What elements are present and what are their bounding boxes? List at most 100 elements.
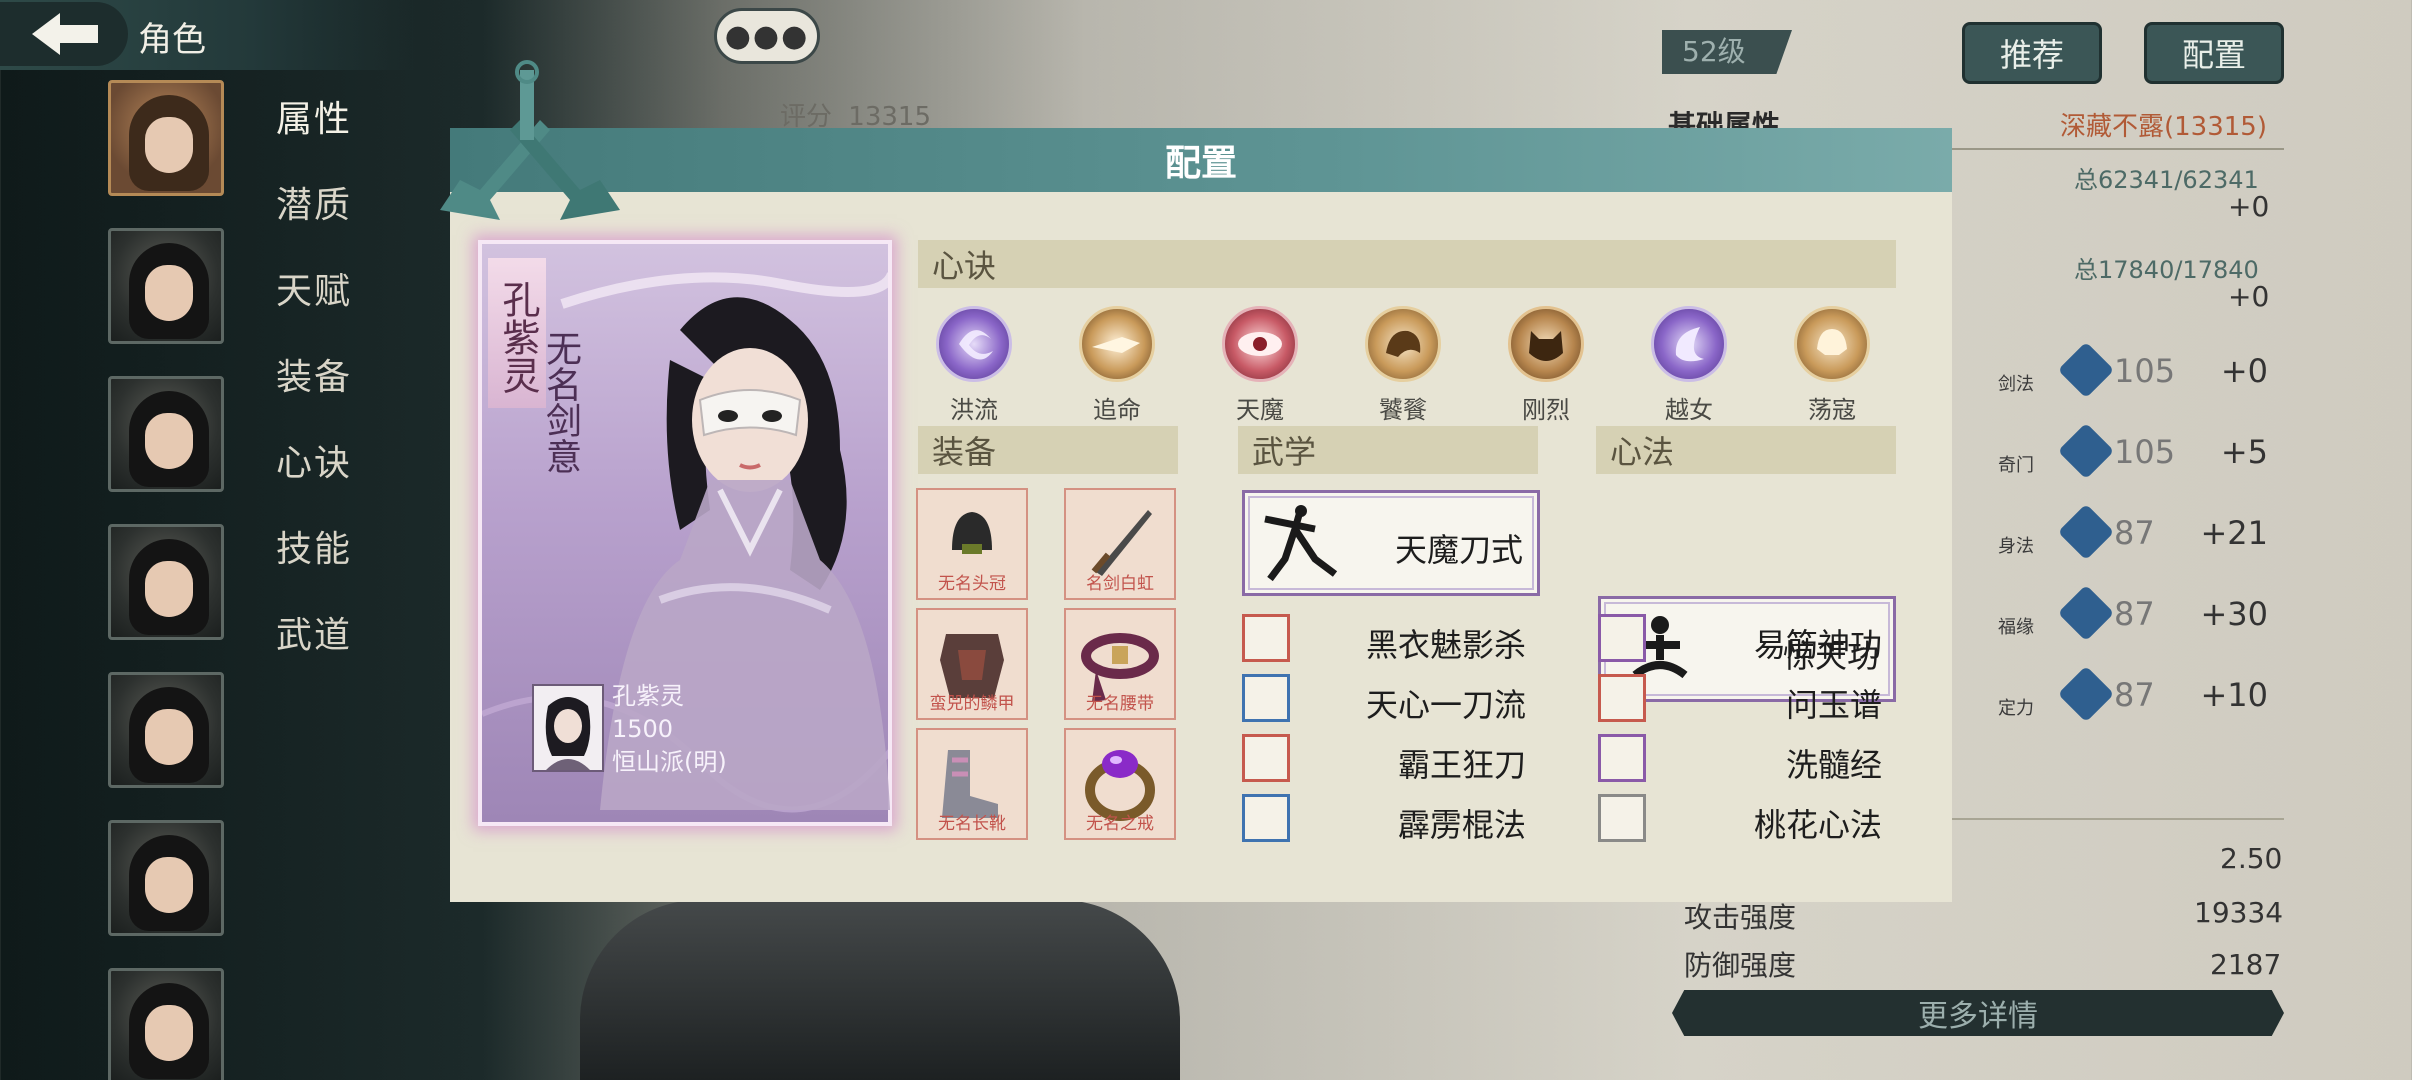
equipment-slot[interactable]: 无名头冠 — [916, 488, 1028, 600]
character-portrait[interactable] — [108, 672, 224, 788]
stat-value: 105 — [2114, 433, 2176, 471]
character-portrait[interactable] — [108, 228, 224, 344]
martial-skill-row[interactable]: 天心一刀流 — [1242, 668, 1542, 728]
crit-value: 2.50 — [2220, 842, 2283, 875]
martial-section-header: 武学 — [1238, 426, 1538, 474]
stat-badge-icon — [2057, 341, 2115, 399]
menu-item-skills[interactable]: 技能 — [276, 520, 396, 606]
character-portrait[interactable] — [108, 376, 224, 492]
martial-skill-icon — [1242, 674, 1290, 722]
heart-item[interactable]: 天魔 — [1200, 306, 1320, 424]
stat-badge-icon — [2057, 422, 2115, 480]
equipment-label: 蛮兕的鳞甲 — [929, 694, 1015, 714]
heart-item[interactable]: 荡寇 — [1772, 306, 1892, 424]
equipment-slot[interactable]: 名剑白虹 — [1064, 488, 1176, 600]
character-background-figure — [580, 900, 1180, 1080]
more-details-button[interactable]: 更多详情 — [1672, 990, 2284, 1036]
beast-icon — [1365, 306, 1441, 382]
menu-item-martial-path[interactable]: 武道 — [276, 606, 396, 692]
modal-title: 配置 — [450, 128, 1952, 192]
menu-item-talent[interactable]: 天赋 — [276, 262, 396, 348]
stat-badge-icon — [2057, 584, 2115, 642]
equipment-slot[interactable]: 无名长靴 — [916, 728, 1028, 840]
heart-label: 荡寇 — [1808, 396, 1856, 424]
inner-skill-icon — [1598, 734, 1646, 782]
character-thumbnail-icon — [545, 697, 591, 770]
side-menu: 属性 潜质 天赋 装备 心诀 技能 武道 — [276, 90, 396, 692]
attack-label: 攻击强度 — [1684, 901, 1797, 934]
heart-label: 刚烈 — [1522, 396, 1570, 424]
heart-label: 追命 — [1093, 396, 1141, 424]
character-portrait[interactable] — [108, 80, 224, 196]
character-info-name: 孔紫灵 — [612, 682, 684, 710]
equipment-section-header: 装备 — [918, 426, 1178, 474]
heart-item[interactable]: 饕餮 — [1343, 306, 1463, 424]
defense-value: 2187 — [2210, 948, 2282, 981]
stats-list: 剑法 105 +0 奇门 105 +5 身法 87 +21 福缘 87 +30 … — [1996, 341, 2286, 751]
stat-value: 87 — [2114, 676, 2155, 714]
martial-skill-label: 霹雳棍法 — [1397, 806, 1526, 844]
martial-skill-row[interactable]: 霸王狂刀 — [1242, 728, 1542, 788]
character-portrait[interactable] — [108, 820, 224, 936]
equipment-slot[interactable]: 蛮兕的鳞甲 — [916, 608, 1028, 720]
menu-item-attributes[interactable]: 属性 — [276, 90, 396, 176]
recommend-button[interactable]: 推荐 — [1962, 22, 2102, 84]
menu-item-equipment[interactable]: 装备 — [276, 348, 396, 434]
inner-section-header: 心法 — [1596, 426, 1896, 474]
main-martial-label: 天魔刀式 — [1394, 531, 1523, 569]
heart-item[interactable]: 刚烈 — [1486, 306, 1606, 424]
equipment-label: 无名腰带 — [1086, 694, 1154, 714]
equipment-slot[interactable]: 无名之戒 — [1064, 728, 1176, 840]
inner-skill-row[interactable]: 洗髓经 — [1598, 728, 1898, 788]
stat-value: 87 — [2114, 514, 2155, 552]
inner-skill-icon — [1598, 614, 1646, 662]
martial-skill-icon — [1242, 794, 1290, 842]
stat-name: 福缘 — [1998, 617, 2034, 638]
stat-badge-icon — [2057, 503, 2115, 561]
inner-skill-row[interactable]: 问玉谱 — [1598, 668, 1898, 728]
main-martial-skill[interactable]: 天魔刀式 — [1242, 490, 1540, 596]
stat-row: 剑法 105 +0 — [1996, 341, 2286, 427]
stat-name: 奇门 — [1998, 455, 2034, 476]
inner-skill-row[interactable]: 易筋神功 — [1598, 608, 1898, 668]
martial-skill-label: 霸王狂刀 — [1397, 746, 1526, 784]
heart-label: 越女 — [1665, 396, 1713, 424]
equipment-grid: 无名头冠 名剑白虹 蛮兕的鳞甲 无名腰带 无名长靴 无名之戒 — [916, 488, 1180, 840]
character-portrait[interactable] — [108, 968, 224, 1080]
heart-label: 天魔 — [1236, 396, 1284, 424]
inner-skill-row[interactable]: 桃花心法 — [1598, 788, 1898, 848]
vortex-icon — [936, 306, 1012, 382]
chat-bubble-icon[interactable]: ●●● — [714, 8, 820, 64]
stat-delta: +21 — [2200, 514, 2268, 552]
martial-skill-list: 黑衣魅影杀 天心一刀流 霸王狂刀 霹雳棍法 — [1242, 608, 1542, 848]
back-arrow-icon — [32, 13, 98, 55]
character-portrait[interactable] — [108, 524, 224, 640]
heart-list: 洪流 追命 天魔 饕餮 刚烈 越女 荡寇 — [914, 306, 1904, 424]
mp-delta: +0 — [2228, 280, 2270, 313]
inner-skill-label: 问玉谱 — [1785, 686, 1882, 724]
stat-name: 定力 — [1998, 698, 2034, 719]
martial-skill-icon — [1242, 614, 1290, 662]
stat-delta: +5 — [2220, 433, 2268, 471]
stat-row: 奇门 105 +5 — [1996, 422, 2286, 508]
stat-value: 105 — [2114, 352, 2176, 390]
back-button[interactable] — [0, 2, 128, 66]
config-button[interactable]: 配置 — [2144, 22, 2284, 84]
menu-item-heart[interactable]: 心诀 — [276, 434, 396, 520]
heart-label: 饕餮 — [1379, 396, 1427, 424]
martial-skill-label: 天心一刀流 — [1365, 686, 1526, 724]
equipment-slot[interactable]: 无名腰带 — [1064, 608, 1176, 720]
martial-skill-row[interactable]: 黑衣魅影杀 — [1242, 608, 1542, 668]
equipment-label: 无名长靴 — [938, 814, 1006, 834]
heart-item[interactable]: 追命 — [1057, 306, 1177, 424]
page-title: 角色 — [138, 20, 206, 60]
heart-item[interactable]: 越女 — [1629, 306, 1749, 424]
martial-skill-row[interactable]: 霹雳棍法 — [1242, 788, 1542, 848]
character-info: 孔紫灵 1500 恒山派(明) — [612, 680, 727, 779]
blade-stance-icon — [1264, 505, 1338, 582]
character-info-value: 1500 — [612, 715, 674, 743]
heart-item[interactable]: 洪流 — [914, 306, 1034, 424]
hp-delta: +0 — [2228, 190, 2270, 223]
menu-item-potential[interactable]: 潜质 — [276, 176, 396, 262]
helmet-icon — [1794, 306, 1870, 382]
